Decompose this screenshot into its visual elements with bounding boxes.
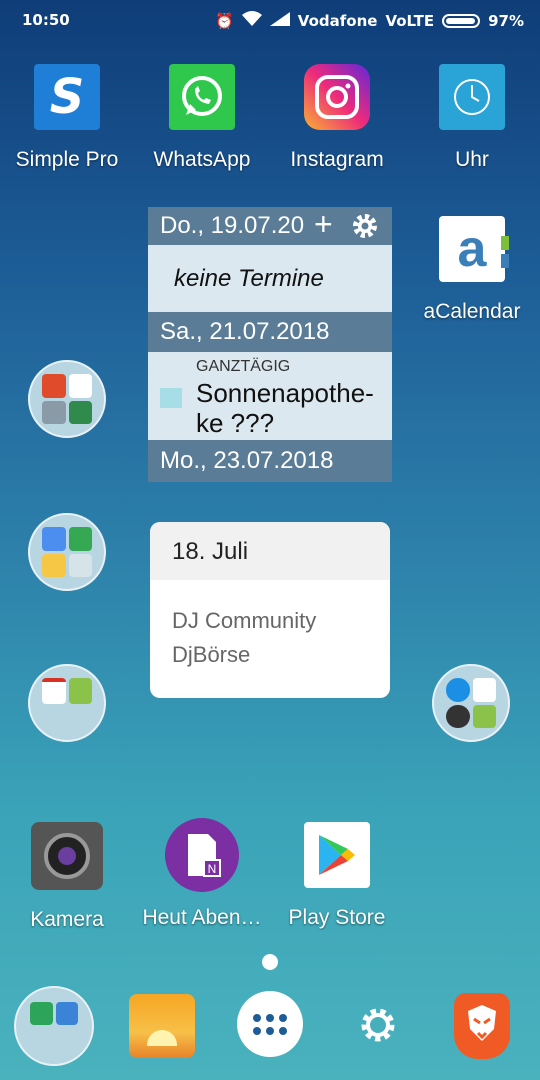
play-store-icon — [304, 822, 370, 888]
calendar-day-header[interactable]: Do., 19.07.20 + — [148, 207, 392, 245]
dock-contacts-folder[interactable] — [14, 986, 94, 1066]
onenote-icon: N — [165, 818, 239, 892]
google-app-icon — [42, 400, 66, 424]
carrier-name: Vodafone — [297, 12, 378, 30]
calendar-event[interactable]: GANZTÄGIG Sonnenapothe-ke ??? — [148, 352, 392, 440]
frog-game-icon — [68, 400, 92, 424]
simple-pro-icon: S — [34, 64, 100, 130]
add-event-button[interactable]: + — [314, 207, 333, 243]
network-type: VoLTE — [385, 12, 435, 30]
calendar-day-1: Do., 19.07.20 — [160, 212, 305, 239]
app-simple-pro[interactable]: S Simple Pro — [2, 64, 132, 172]
empty-slot — [30, 1028, 53, 1051]
calendar-event-empty[interactable]: keine Termine — [148, 245, 392, 312]
status-icons: ⏰ Vodafone VoLTE 97% — [215, 11, 524, 31]
note-date: 18. Juli — [150, 522, 390, 580]
note-line: DjBörse — [172, 642, 251, 667]
music-player-icon — [446, 704, 470, 728]
app-label: aCalendar — [423, 300, 521, 323]
note-widget[interactable]: 18. Juli DJ Community DjBörse — [150, 522, 390, 698]
alarm-icon: ⏰ — [215, 12, 234, 30]
empty-slot — [56, 1028, 79, 1051]
page-indicator — [262, 954, 278, 970]
gmail-icon — [42, 678, 66, 704]
google-app-icon — [68, 374, 92, 398]
calendar-widget[interactable]: Do., 19.07.20 + keine Termine Sa., 21.07… — [148, 207, 392, 482]
app-uhr[interactable]: Uhr — [407, 64, 537, 172]
clock-icon — [439, 64, 505, 130]
contacts-icon — [55, 1002, 78, 1025]
app-label: Kamera — [30, 908, 104, 931]
app-folder-messaging[interactable] — [28, 664, 106, 742]
status-bar: 10:50 ⏰ Vodafone VoLTE 97% — [0, 0, 540, 40]
app-label: Heut Aben… — [142, 906, 262, 929]
empty-slot — [42, 707, 66, 729]
app-label: Play Store — [288, 906, 386, 929]
app-onenote[interactable]: N Heut Aben… — [137, 818, 267, 930]
google-maps-icon — [42, 527, 66, 551]
instagram-icon — [304, 64, 370, 130]
navigation-icon — [68, 527, 92, 551]
camera-icon — [31, 822, 103, 890]
app-drawer-button[interactable] — [237, 991, 303, 1057]
calendar-day-3[interactable]: Mo., 23.07.2018 — [148, 440, 392, 482]
brave-browser-icon[interactable] — [454, 993, 510, 1059]
event-type-label: GANZTÄGIG — [196, 358, 291, 375]
phone-icon — [30, 1002, 53, 1025]
candy-game-icon — [42, 374, 66, 398]
svg-text:N: N — [208, 862, 217, 876]
acalendar-tab — [501, 236, 509, 250]
app-label: Uhr — [455, 148, 489, 171]
acalendar-tab — [501, 254, 509, 268]
navigation-icon — [68, 553, 92, 577]
app-folder-1[interactable] — [28, 360, 106, 438]
music-icon — [472, 678, 496, 702]
app-acalendar[interactable]: a aCalendar — [407, 216, 537, 324]
app-folder-media[interactable] — [432, 664, 510, 742]
signal-icon — [269, 12, 290, 30]
no-events-text: keine Termine — [174, 265, 324, 292]
event-title: Sonnenapothe-ke ??? — [196, 378, 374, 438]
app-label: Instagram — [290, 148, 384, 171]
battery-icon — [442, 14, 481, 28]
whatsapp-icon — [169, 64, 235, 130]
calendar-day-2[interactable]: Sa., 21.07.2018 — [148, 312, 392, 352]
app-folder-maps[interactable] — [28, 513, 106, 591]
acalendar-icon: a — [439, 216, 509, 282]
settings-app-icon[interactable] — [358, 1005, 398, 1049]
messages-icon — [68, 678, 92, 704]
event-color-marker — [160, 388, 182, 408]
wifi-icon — [241, 11, 262, 31]
app-play-store[interactable]: Play Store — [272, 822, 402, 930]
empty-slot — [69, 707, 93, 729]
app-label: WhatsApp — [153, 148, 251, 171]
app-kamera[interactable]: Kamera — [2, 822, 132, 932]
note-line: DJ Community — [172, 608, 317, 633]
app-whatsapp[interactable]: WhatsApp — [137, 64, 267, 172]
note-text: DJ Community DjBörse — [150, 580, 390, 672]
gear-icon[interactable] — [350, 211, 380, 245]
android-icon — [472, 704, 496, 728]
app-label: Simple Pro — [15, 148, 119, 171]
app-instagram[interactable]: Instagram — [272, 64, 402, 172]
shazam-icon — [446, 678, 470, 702]
google-maps-icon — [42, 553, 66, 577]
sunrise-app-icon[interactable] — [129, 994, 195, 1058]
clock-time: 10:50 — [22, 11, 70, 29]
battery-percent: 97% — [488, 12, 524, 30]
